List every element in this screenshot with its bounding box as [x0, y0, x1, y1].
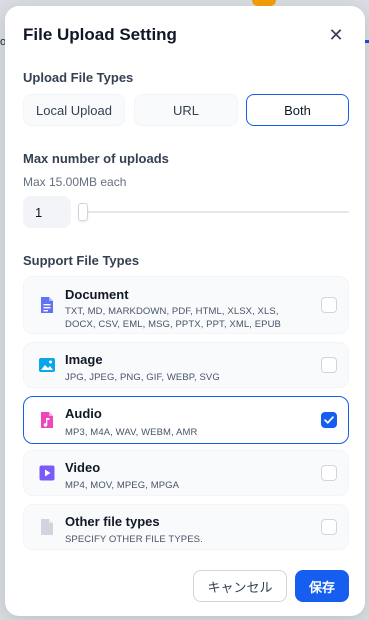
max-uploads-slider-track[interactable]	[81, 211, 349, 213]
file-type-card-other[interactable]: Other file types SPECIFY OTHER FILE TYPE…	[23, 504, 349, 550]
support-file-types-label: Support File Types	[23, 253, 140, 268]
file-type-checkbox-video[interactable]	[321, 465, 337, 481]
max-uploads-slider-thumb[interactable]	[78, 203, 88, 221]
cancel-button[interactable]: キャンセル	[193, 570, 287, 602]
file-type-checkbox-document[interactable]	[321, 297, 337, 313]
file-type-card-video[interactable]: Video MP4, MOV, MPEG, MPGA	[23, 450, 349, 496]
file-type-name: Other file types	[65, 514, 160, 529]
audio-icon	[41, 412, 53, 428]
max-uploads-label: Max number of uploads	[23, 151, 169, 166]
file-type-card-document[interactable]: Document TXT, MD, MARKDOWN, PDF, HTML, X…	[23, 276, 349, 334]
document-icon	[41, 297, 53, 313]
file-type-name: Document	[65, 287, 129, 302]
upload-type-url[interactable]: URL	[134, 94, 238, 126]
upload-type-both[interactable]: Both	[246, 94, 349, 126]
file-type-checkbox-other[interactable]	[321, 519, 337, 535]
file-type-checkbox-image[interactable]	[321, 357, 337, 373]
file-type-extensions: JPG, JPEG, PNG, GIF, WEBP, SVG	[65, 372, 220, 383]
file-type-name: Image	[65, 352, 103, 367]
file-type-name: Video	[65, 460, 101, 475]
other-file-icon	[41, 519, 53, 535]
close-icon[interactable]: ✕	[325, 25, 347, 45]
max-size-hint: Max 15.00MB each	[23, 175, 127, 189]
upload-type-local[interactable]: Local Upload	[23, 94, 125, 126]
check-icon	[324, 416, 334, 424]
modal-title: File Upload Setting	[23, 25, 177, 44]
upload-file-types-label: Upload File Types	[23, 70, 134, 85]
file-type-card-image[interactable]: Image JPG, JPEG, PNG, GIF, WEBP, SVG	[23, 342, 349, 388]
file-type-extensions: MP3, M4A, WAV, WEBM, AMR	[65, 427, 198, 438]
file-type-extensions: SPECIFY OTHER FILE TYPES.	[65, 534, 203, 545]
file-type-checkbox-audio[interactable]	[321, 412, 337, 428]
video-icon	[39, 465, 55, 481]
file-upload-setting-modal: File Upload Setting ✕ Upload File Types …	[5, 6, 365, 616]
file-type-extensions: TXT, MD, MARKDOWN, PDF, HTML, XLSX, XLS,…	[65, 306, 281, 330]
save-button[interactable]: 保存	[295, 570, 349, 602]
image-icon	[39, 358, 55, 372]
file-type-extensions: MP4, MOV, MPEG, MPGA	[65, 480, 180, 491]
file-type-name: Audio	[65, 406, 102, 421]
max-uploads-input[interactable]: 1	[23, 196, 71, 228]
file-type-card-audio[interactable]: Audio MP3, M4A, WAV, WEBM, AMR	[23, 396, 349, 444]
